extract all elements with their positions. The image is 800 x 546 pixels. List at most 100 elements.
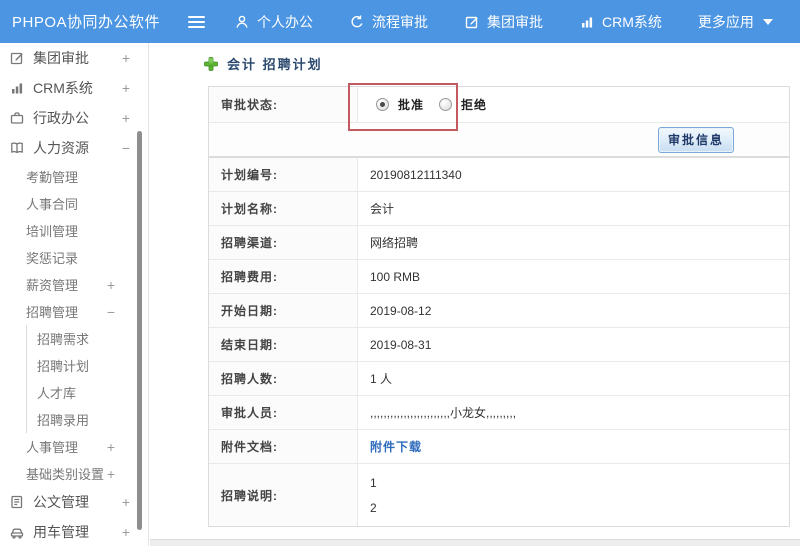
field-label: 招聘人数: (209, 362, 358, 395)
sidebar-item-personnel-mgmt[interactable]: 人事管理 + (0, 433, 148, 460)
sidebar-item-recruit-hire[interactable]: 招聘录用 (27, 406, 148, 433)
app-window: PHPOA协同办公软件 个人办公 流程审批 集团审批 CRM系统 更多应用 集团… (0, 0, 800, 546)
add-plus-icon[interactable] (204, 56, 218, 71)
caret-down-icon (762, 18, 773, 25)
page-title: 会计 招聘计划 (227, 57, 323, 72)
page-header: 会计 招聘计划 (204, 54, 323, 73)
radio-approve[interactable] (376, 98, 389, 111)
field-value: 2019-08-12 (370, 303, 432, 318)
field-label: 招聘渠道: (209, 226, 358, 259)
field-label: 计划编号: (209, 158, 358, 191)
sidebar-item-label: 人事管理 (26, 440, 79, 455)
expand-icon[interactable]: + (122, 110, 130, 126)
sidebar-item-rewards[interactable]: 奖惩记录 (0, 244, 148, 271)
table-row: 计划编号: 20190812111340 (209, 158, 789, 192)
table-row: 结束日期: 2019-08-31 (209, 328, 789, 362)
field-label: 开始日期: (209, 294, 358, 327)
sidebar-item-talent-pool[interactable]: 人才库 (27, 379, 148, 406)
sidebar-item-label: 行政办公 (33, 110, 89, 126)
sidebar-item-salary[interactable]: 薪资管理 + (0, 271, 148, 298)
sidebar-item-crm[interactable]: CRM系统 + (0, 73, 148, 103)
expand-icon[interactable]: + (107, 439, 115, 455)
table-row: 招聘说明: 1 2 (209, 464, 789, 526)
hamburger-menu-icon[interactable] (188, 15, 208, 28)
sidebar-item-label: 培训管理 (26, 224, 79, 239)
briefcase-icon (10, 112, 24, 124)
approval-status-value: 批准 拒绝 (358, 87, 789, 122)
sidebar-item-label: 人力资源 (33, 140, 89, 156)
sidebar-item-training[interactable]: 培训管理 (0, 217, 148, 244)
nav-group-approval[interactable]: 集团审批 (464, 12, 543, 32)
expand-icon[interactable]: + (107, 466, 115, 482)
table-row: 开始日期: 2019-08-12 (209, 294, 789, 328)
edit-icon (465, 16, 478, 28)
sidebar-item-label: 招聘录用 (37, 413, 90, 428)
sidebar-item-label: 基础类别设置 (26, 467, 105, 482)
nav-crm-system[interactable]: CRM系统 (579, 12, 662, 32)
sidebar: 集团审批 + CRM系统 + 行政办公 + 人力资源 − 考勤管理 人事合同 培… (0, 43, 149, 546)
expand-icon[interactable]: + (122, 494, 130, 510)
sidebar-item-label: 集团审批 (33, 50, 89, 66)
sidebar-item-vehicle[interactable]: 用车管理 + (0, 517, 148, 546)
sidebar-item-recruit-mgmt[interactable]: 招聘管理 − (0, 298, 148, 325)
sidebar-item-official-doc[interactable]: 公文管理 + (0, 487, 148, 517)
sidebar-item-label: CRM系统 (33, 80, 93, 96)
nav-personal-office[interactable]: 个人办公 (234, 12, 313, 32)
expand-icon[interactable]: + (122, 524, 130, 540)
sidebar-item-recruit-plan[interactable]: 招聘计划 (27, 352, 148, 379)
book-icon (11, 142, 23, 154)
collapse-icon[interactable]: − (122, 140, 130, 156)
radio-approve-label: 批准 (398, 98, 425, 112)
chart-icon (12, 83, 23, 94)
sidebar-item-base-category[interactable]: 基础类别设置 + (0, 460, 148, 487)
plan-detail-table: 计划编号: 20190812111340 计划名称: 会计 招聘渠道: 网络招聘… (208, 157, 790, 527)
collapse-icon[interactable]: − (107, 304, 115, 320)
sidebar-item-hr-contract[interactable]: 人事合同 (0, 190, 148, 217)
sidebar-item-label: 考勤管理 (26, 170, 79, 185)
top-nav: 个人办公 流程审批 集团审批 CRM系统 更多应用 (234, 12, 773, 32)
field-value: 附件下载 (358, 430, 789, 463)
approval-button-row: 审批信息 (209, 123, 789, 156)
nav-more-apps[interactable]: 更多应用 (698, 12, 773, 32)
field-label: 招聘说明: (209, 464, 358, 526)
field-value: 2019-08-31 (370, 337, 432, 352)
chart-icon (582, 17, 593, 27)
expand-icon[interactable]: + (107, 277, 115, 293)
approval-status-table: 审批状态: 批准 拒绝 审批信息 (208, 86, 790, 157)
sidebar-item-label: 公文管理 (33, 494, 89, 510)
radio-reject[interactable] (439, 98, 453, 111)
process-icon (351, 15, 363, 27)
approval-info-button[interactable]: 审批信息 (657, 126, 734, 153)
nav-label: 更多应用 (697, 13, 754, 30)
approval-status-row: 审批状态: 批准 拒绝 (209, 87, 789, 123)
field-value: 会计 (370, 202, 395, 216)
expand-icon[interactable]: + (122, 80, 130, 96)
attachment-download-link[interactable]: 附件下载 (370, 438, 422, 455)
sidebar-item-attendance[interactable]: 考勤管理 (0, 163, 148, 190)
field-label: 招聘费用: (209, 260, 358, 293)
nav-process-approval[interactable]: 流程审批 (349, 12, 428, 32)
main-content: 会计 招聘计划 审批状态: 批准 拒绝 审批信息 计划编号: 201908121… (150, 43, 800, 546)
app-logo: PHPOA协同办公软件 (12, 14, 161, 31)
expand-icon[interactable]: + (122, 50, 130, 66)
nav-label: 个人办公 (257, 13, 313, 30)
sidebar-item-recruit-demand[interactable]: 招聘需求 (27, 325, 148, 352)
sidebar-item-label: 招聘需求 (37, 332, 90, 347)
person-icon (236, 15, 248, 28)
sidebar-scrollbar[interactable] (137, 131, 142, 530)
sidebar-item-group-approval[interactable]: 集团审批 + (0, 43, 148, 73)
sidebar-item-hr[interactable]: 人力资源 − (0, 133, 148, 163)
sidebar-item-admin-office[interactable]: 行政办公 + (0, 103, 148, 133)
field-label: 审批人员: (209, 396, 358, 429)
car-icon (10, 528, 24, 539)
field-value: 20190812111340 (370, 167, 462, 182)
sidebar-item-label: 用车管理 (33, 524, 89, 540)
field-value: 1 人 (370, 372, 393, 386)
table-row: 审批人员: ,,,,,,,,,,,,,,,,,,,,,,,,小龙女,,,,,,,… (209, 396, 789, 430)
field-value: 100 RMB (370, 269, 421, 284)
approval-radio-group: 批准 拒绝 (376, 96, 493, 113)
approval-status-label: 审批状态: (209, 87, 358, 122)
field-value: 网络招聘 (370, 236, 419, 250)
table-row: 计划名称: 会计 (209, 192, 789, 226)
description-line: 1 (370, 475, 377, 490)
